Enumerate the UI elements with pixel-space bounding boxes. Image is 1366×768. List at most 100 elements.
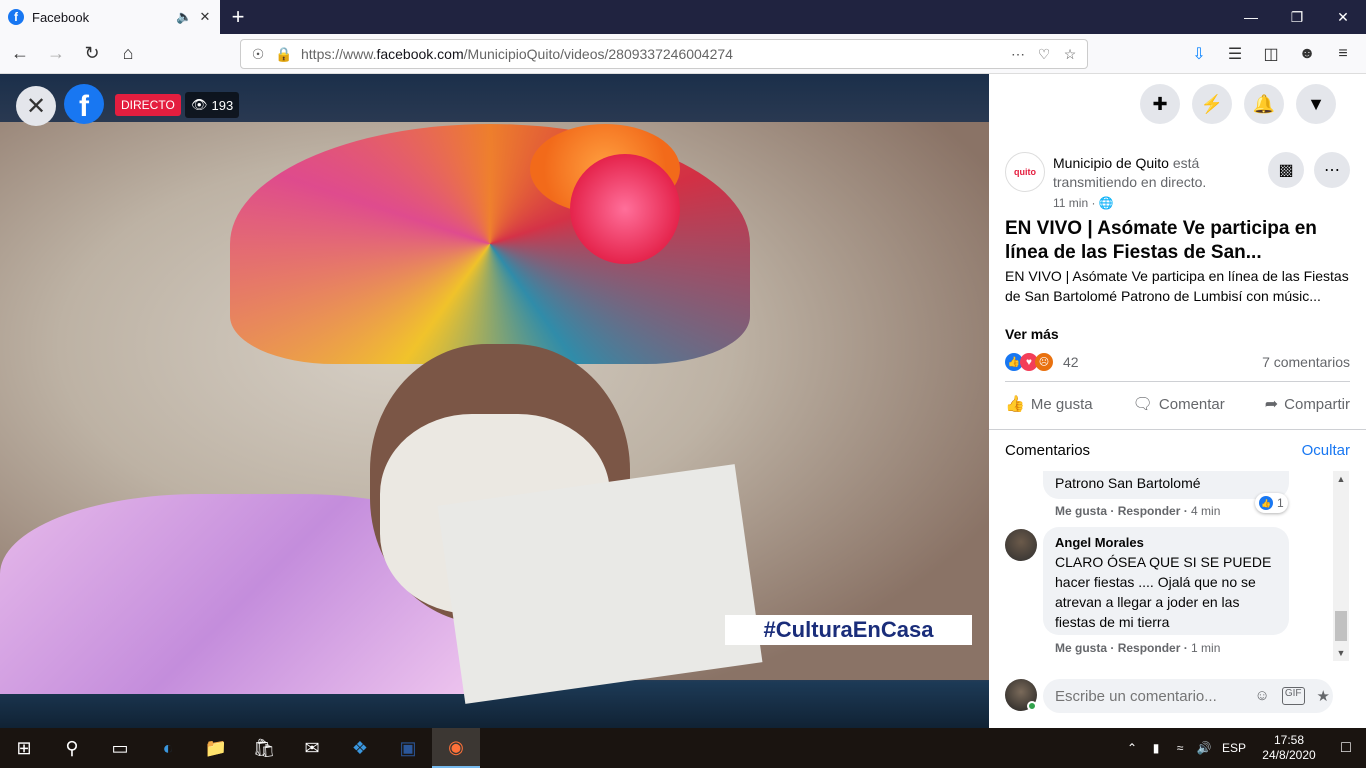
post-actions: 👍 Me gusta 🗨 Comentar ➦ Compartir (1005, 391, 1350, 417)
sidebar-icon[interactable]: ◫ (1256, 38, 1286, 70)
browser-tab[interactable]: f Facebook 🔈 ✕ (0, 0, 220, 34)
account-icon[interactable]: ☻ (1292, 38, 1322, 70)
scroll-down-icon[interactable]: ▼ (1333, 645, 1349, 661)
tab-title: Facebook (32, 9, 90, 25)
video-scene-paper (437, 464, 763, 704)
comments-scrollbar[interactable]: ▲ ▼ (1333, 471, 1349, 661)
comment-time[interactable]: 1 min (1191, 641, 1220, 655)
close-window-icon[interactable]: ✕ (1320, 0, 1366, 34)
word-icon[interactable]: ▣ (384, 728, 432, 768)
download-icon[interactable]: ⇩ (1184, 38, 1214, 70)
video-player[interactable]: #CulturaEnCasa ✕ f DIRECTO 👁 193 (0, 74, 989, 728)
notifications-bell-icon[interactable]: 🔔 (1244, 84, 1284, 124)
chevron-up-icon[interactable]: ⌃ (1120, 741, 1144, 755)
notification-center-icon[interactable]: □ (1326, 739, 1366, 757)
windows-start-icon[interactable]: ⊞ (0, 728, 48, 768)
post-time[interactable]: 11 min · 🌐 (1053, 196, 1114, 210)
page-avatar[interactable]: quito (1005, 152, 1045, 192)
firefox-icon[interactable]: ◉ (432, 728, 480, 768)
window-controls: — ❐ ✕ (1228, 0, 1366, 34)
comments-header: Comentarios Ocultar (989, 429, 1366, 471)
url-text[interactable]: https://www.facebook.com/MunicipioQuito/… (301, 46, 1001, 62)
system-tray: ⌃ ▮ ≈ 🔊 ESP 17:58 24/8/2020 □ (1120, 728, 1366, 768)
comment-like-link[interactable]: Me gusta (1055, 641, 1107, 655)
reload-icon[interactable]: ↻ (76, 38, 108, 70)
avatar[interactable] (1005, 529, 1037, 561)
search-icon[interactable]: ⚲ (48, 728, 96, 768)
post-title: EN VIVO | Asómate Ve participa en línea … (1005, 218, 1317, 263)
store-icon[interactable]: 🛍 (240, 728, 288, 768)
forward-arrow-icon[interactable]: → (40, 38, 72, 70)
like-reaction-icon: 👍 (1259, 496, 1273, 510)
reactions-count[interactable]: 42 (1063, 354, 1079, 370)
save-bookmark-icon[interactable]: ▩ (1268, 152, 1304, 188)
volume-icon[interactable]: 🔊 (1192, 741, 1216, 755)
comment-reply-link[interactable]: Responder (1118, 504, 1181, 518)
shield-icon[interactable]: ☉ (249, 46, 267, 63)
angry-reaction-icon[interactable]: ☹ (1035, 353, 1053, 371)
live-badge: DIRECTO (115, 94, 181, 116)
menu-icon[interactable]: ≡ (1328, 38, 1358, 70)
edge-browser-icon[interactable]: ◐ (144, 728, 192, 768)
scroll-thumb[interactable] (1335, 611, 1347, 641)
more-actions-icon[interactable]: ⋯ (1009, 46, 1027, 63)
url-bar[interactable]: ☉ 🔒 https://www.facebook.com/MunicipioQu… (240, 39, 1088, 69)
wifi-icon[interactable]: ≈ (1168, 741, 1192, 755)
comment-like-link[interactable]: Me gusta (1055, 504, 1107, 518)
speaker-icon[interactable]: 🔈 (176, 9, 192, 25)
comment-like-count[interactable]: 👍 1 (1255, 493, 1288, 513)
pocket-icon[interactable]: ♡ (1035, 46, 1053, 63)
close-video-button[interactable]: ✕ (16, 86, 56, 126)
battery-icon[interactable]: ▮ (1144, 741, 1168, 755)
like-button[interactable]: 👍 Me gusta (1005, 391, 1093, 417)
browser-tab-bar: f Facebook 🔈 ✕ + — ❐ ✕ (0, 0, 1366, 34)
share-button[interactable]: ➦ Compartir (1265, 391, 1350, 417)
page-status: Municipio de Quito está transmitiendo en… (1053, 155, 1207, 190)
task-view-icon[interactable]: ▭ (96, 728, 144, 768)
comment-bubble-icon: 🗨 (1132, 396, 1153, 413)
comment-composer: ☺ GIF ★ (1005, 679, 1350, 713)
facebook-logo-icon[interactable]: f (64, 84, 104, 124)
close-tab-icon[interactable]: ✕ (198, 9, 212, 25)
back-arrow-icon[interactable]: ← (4, 38, 36, 70)
comments-count[interactable]: 7 comentarios (1262, 354, 1350, 370)
messenger-icon[interactable]: ⚡ (1192, 84, 1232, 124)
online-status-dot (1027, 701, 1037, 711)
post-panel: ✚ ⚡ 🔔 ▼ quito Municipio de Quito está tr… (989, 74, 1366, 728)
safari-icon[interactable]: ❖ (336, 728, 384, 768)
comment-text: CLARO ÓSEA QUE SI SE PUEDE hacer fiestas… (1055, 554, 1272, 630)
gif-icon[interactable]: GIF (1281, 687, 1305, 705)
hashtag-overlay: #CulturaEnCasa (725, 615, 972, 645)
language-indicator[interactable]: ESP (1216, 741, 1252, 755)
home-icon[interactable]: ⌂ (112, 38, 144, 70)
hide-comments-link[interactable]: Ocultar (1302, 442, 1350, 459)
comment-author[interactable]: Angel Morales (1055, 535, 1277, 550)
more-options-icon[interactable]: ⋯ (1314, 152, 1350, 188)
see-more-link[interactable]: Ver más (1005, 326, 1059, 342)
viewer-count: 👁 193 (185, 92, 240, 118)
scroll-up-icon[interactable]: ▲ (1333, 471, 1349, 487)
account-dropdown-icon[interactable]: ▼ (1296, 84, 1336, 124)
minimize-icon[interactable]: — (1228, 0, 1274, 34)
post-header-buttons: ▩ ⋯ (1268, 152, 1350, 188)
mail-icon[interactable]: ✉ (288, 728, 336, 768)
library-icon[interactable]: ☰ (1220, 38, 1250, 70)
restore-icon[interactable]: ❐ (1274, 0, 1320, 34)
viewer-count-value: 193 (211, 97, 234, 113)
browser-nav-bar: ← → ↻ ⌂ ☉ 🔒 https://www.facebook.com/Mun… (0, 34, 1366, 74)
new-tab-button[interactable]: + (220, 0, 256, 34)
create-plus-icon[interactable]: ✚ (1140, 84, 1180, 124)
clock[interactable]: 17:58 24/8/2020 (1252, 733, 1326, 763)
sticker-icon[interactable]: ★ (1317, 687, 1330, 705)
comment-time[interactable]: 4 min (1191, 504, 1220, 518)
emoji-icon[interactable]: ☺ (1255, 687, 1270, 705)
windows-taskbar: ⊞ ⚲ ▭ ◐ 📁 🛍 ✉ ❖ ▣ ◉ ⌃ ▮ ≈ 🔊 ESP 17:58 24… (0, 728, 1366, 768)
comment-reply-link[interactable]: Responder (1118, 641, 1181, 655)
file-explorer-icon[interactable]: 📁 (192, 728, 240, 768)
comment-bubble: Patrono San Bartolomé (1043, 471, 1289, 499)
eye-icon: 👁 (191, 97, 208, 112)
bookmark-star-icon[interactable]: ☆ (1061, 46, 1079, 63)
lock-icon[interactable]: 🔒 (275, 46, 293, 63)
comment-button[interactable]: 🗨 Comentar (1133, 391, 1225, 417)
page-name[interactable]: Municipio de Quito (1053, 155, 1169, 171)
